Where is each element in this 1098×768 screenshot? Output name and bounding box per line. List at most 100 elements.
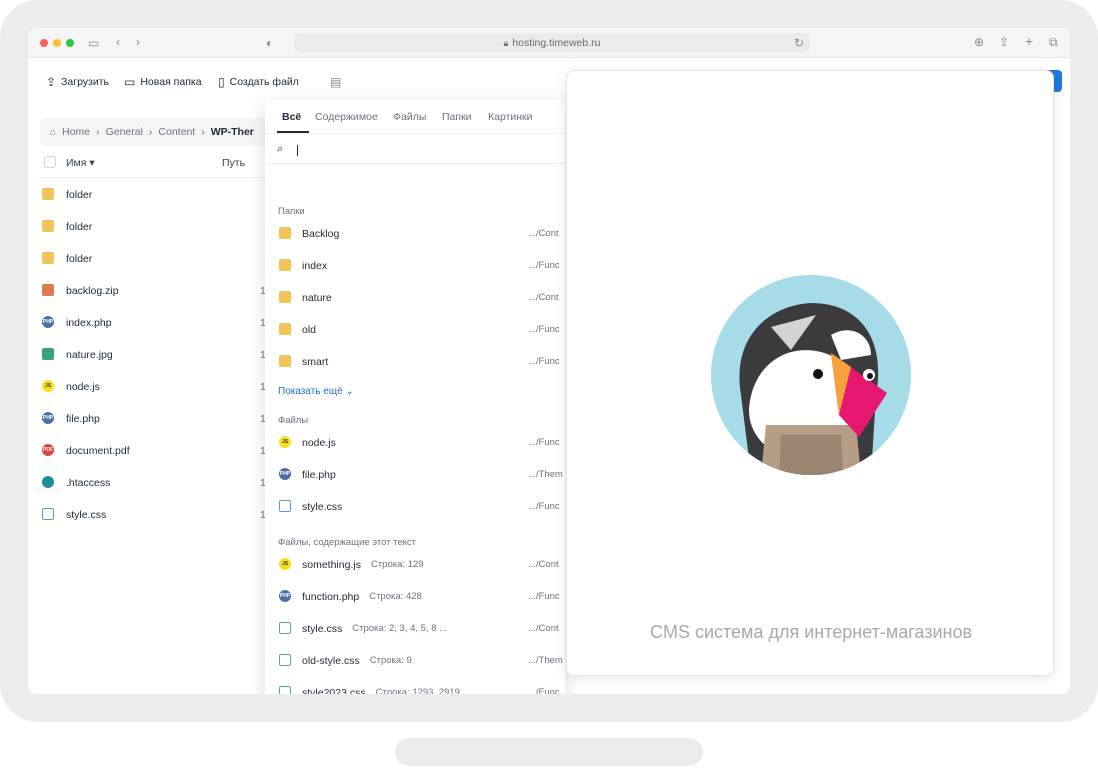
- file-name: document.pdf: [66, 445, 130, 457]
- search-result-row[interactable]: smart .../Func: [278, 352, 565, 374]
- result-name: index: [302, 260, 328, 272]
- breadcrumb-general[interactable]: General: [106, 126, 143, 138]
- breadcrumb-current[interactable]: WP-Ther: [211, 126, 254, 138]
- file-row[interactable]: folder: [42, 186, 302, 206]
- js-icon: JS: [42, 380, 54, 392]
- search-result-row[interactable]: old-style.css Строка: 9 .../Them: [278, 651, 565, 673]
- minimize-window-button[interactable]: [53, 39, 61, 47]
- browser-toolbar: ▭ ‹ › ◐ 🔒︎ hosting.timeweb.ru ↻ ⊕ ⇪ + ⧉: [28, 28, 1070, 58]
- search-result-row[interactable]: PHP function.php Строка: 428 .../Func: [278, 587, 565, 609]
- result-line-numbers: Строка: 2, 3, 4, 5, 8 ...: [352, 623, 448, 634]
- folder-icon: [279, 291, 291, 303]
- address-bar[interactable]: 🔒︎ hosting.timeweb.ru: [294, 33, 810, 53]
- tab-all[interactable]: Всё: [282, 111, 301, 123]
- clipboard-icon[interactable]: ▤: [330, 76, 341, 88]
- search-popup: Всё Содержимое Файлы Папки Картинки ⌕ Па…: [265, 100, 565, 694]
- shield-icon[interactable]: ◐: [266, 37, 273, 49]
- breadcrumb-home[interactable]: Home: [62, 126, 90, 138]
- search-result-row[interactable]: old .../Func: [278, 320, 565, 342]
- result-path: .../Func: [528, 260, 560, 271]
- search-result-row[interactable]: PHP file.php .../Them: [278, 465, 565, 487]
- sidebar-icon[interactable]: ▭: [88, 37, 99, 49]
- php-icon: PHP: [279, 468, 291, 480]
- lock-icon: 🔒︎: [503, 38, 509, 48]
- search-result-row[interactable]: JS something.js Строка: 129 .../Cont: [278, 555, 565, 577]
- search-result-row[interactable]: style2023.css Строка: 1293, 2919 ... .../F…: [278, 683, 565, 694]
- file-row[interactable]: .htaccess 1: [42, 474, 302, 494]
- result-name: Backlog: [302, 228, 340, 240]
- search-result-row[interactable]: JS node.js .../Func: [278, 433, 565, 455]
- result-name: something.js: [302, 559, 361, 571]
- preview-card: CMS система для интернет-магазинов: [566, 70, 1054, 676]
- search-result-row[interactable]: style.css Строка: 2, 3, 4, 5, 8 ... .../Co…: [278, 619, 565, 641]
- file-name: backlog.zip: [66, 285, 119, 297]
- search-result-row[interactable]: index .../Func: [278, 256, 565, 278]
- file-row[interactable]: nature.jpg 1: [42, 346, 302, 366]
- show-more-link[interactable]: Показать ещё ⌄: [278, 386, 354, 397]
- create-file-button[interactable]: ▯ Создать файл: [218, 75, 299, 89]
- search-result-row[interactable]: nature .../Cont: [278, 288, 565, 310]
- file-row[interactable]: style.css 1: [42, 506, 302, 526]
- tab-content[interactable]: Содержимое: [315, 111, 378, 123]
- result-path: .../Func: [528, 356, 560, 367]
- share-icon[interactable]: ⇪: [999, 36, 1009, 48]
- home-icon[interactable]: ⌂: [50, 127, 56, 138]
- search-tabs: Всё Содержимое Файлы Папки Картинки: [265, 100, 565, 134]
- folder-icon: [279, 259, 291, 271]
- folder-icon: [279, 227, 291, 239]
- result-name: style.css: [302, 623, 343, 635]
- file-row[interactable]: JS node.js 1: [42, 378, 302, 398]
- file-row[interactable]: backlog.zip 1: [42, 282, 302, 302]
- file-name: node.js: [66, 381, 100, 393]
- file-name: nature.jpg: [66, 349, 113, 361]
- tabs-overview-icon[interactable]: ⧉: [1049, 36, 1058, 48]
- column-path[interactable]: Путь: [222, 157, 245, 169]
- result-name: old: [302, 324, 317, 336]
- pdf-icon: PDF: [42, 444, 54, 456]
- laptop-stand: [395, 738, 703, 766]
- result-name: style2023.css: [302, 687, 366, 694]
- file-row[interactable]: PHP index.php 1: [42, 314, 302, 334]
- search-result-row[interactable]: Backlog .../Cont: [278, 224, 565, 246]
- result-path: .../Them: [528, 469, 563, 480]
- file-name: folder: [66, 221, 93, 233]
- forward-icon[interactable]: ›: [136, 36, 140, 48]
- download-icon[interactable]: ⊕: [974, 36, 984, 48]
- folder-plus-icon: ▭: [124, 75, 136, 89]
- close-window-button[interactable]: [40, 39, 48, 47]
- search-result-row[interactable]: style.css .../Func: [278, 497, 565, 519]
- tab-files[interactable]: Файлы: [393, 111, 426, 123]
- tab-folders[interactable]: Папки: [442, 111, 472, 123]
- back-icon[interactable]: ‹: [116, 36, 120, 48]
- tab-images[interactable]: Картинки: [488, 111, 533, 123]
- file-name: folder: [66, 189, 93, 201]
- active-tab-indicator: [277, 131, 309, 133]
- section-folders-title: Папки: [278, 206, 305, 217]
- file-row[interactable]: folder: [42, 250, 302, 270]
- result-name: node.js: [302, 437, 336, 449]
- breadcrumb-content[interactable]: Content: [158, 126, 195, 138]
- search-input[interactable]: ⌕: [265, 134, 565, 164]
- text-cursor: [297, 145, 298, 156]
- file-row[interactable]: folder: [42, 218, 302, 238]
- result-path: .../Func: [528, 437, 560, 448]
- new-tab-icon[interactable]: +: [1025, 34, 1033, 48]
- column-name[interactable]: Имя ▾: [66, 157, 95, 169]
- select-all-checkbox[interactable]: [44, 156, 56, 168]
- result-line-numbers: Строка: 129: [370, 559, 424, 570]
- prestashop-logo: [711, 275, 911, 475]
- file-row[interactable]: PDF document.pdf 1: [42, 442, 302, 462]
- folder-icon: [279, 355, 291, 367]
- gear-icon: [42, 476, 54, 488]
- file-name: index.php: [66, 317, 112, 329]
- upload-icon: ⇪: [46, 75, 57, 89]
- css-icon: [42, 508, 54, 520]
- chevron-down-icon: ⌄: [345, 386, 354, 397]
- zoom-window-button[interactable]: [66, 39, 74, 47]
- upload-button[interactable]: ⇪ Загрузить: [46, 75, 109, 89]
- reload-icon[interactable]: ↻: [794, 37, 804, 49]
- section-files-title: Файлы: [278, 415, 309, 426]
- file-row[interactable]: PHP file.php 1: [42, 410, 302, 430]
- new-folder-button[interactable]: ▭ Новая папка: [124, 75, 202, 89]
- php-icon: PHP: [42, 412, 54, 424]
